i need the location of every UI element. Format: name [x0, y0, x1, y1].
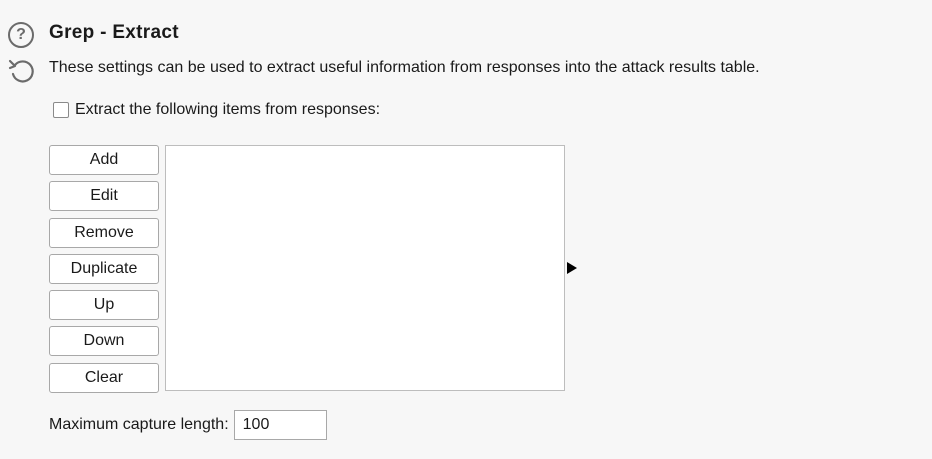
extract-checkbox-row[interactable]: Extract the following items from respons… — [53, 101, 380, 119]
edit-button[interactable]: Edit — [49, 181, 159, 212]
extract-checkbox[interactable] — [53, 102, 69, 118]
duplicate-button[interactable]: Duplicate — [49, 253, 159, 284]
add-button[interactable]: Add — [49, 145, 159, 175]
up-button[interactable]: Up — [49, 290, 159, 321]
max-capture-row: Maximum capture length: — [49, 410, 327, 440]
expand-arrow-icon[interactable] — [567, 262, 577, 274]
section-description: These settings can be used to extract us… — [49, 59, 760, 76]
help-icon[interactable]: ? — [8, 22, 34, 48]
down-button[interactable]: Down — [49, 326, 159, 357]
button-column: Add Edit Remove Duplicate Up Down Clear — [49, 145, 159, 399]
extract-checkbox-label[interactable]: Extract the following items from respons… — [75, 101, 380, 119]
max-capture-input[interactable] — [233, 410, 327, 440]
clear-button[interactable]: Clear — [49, 362, 159, 393]
section-title: Grep - Extract — [49, 22, 179, 43]
help-glyph: ? — [16, 26, 26, 43]
reset-icon[interactable] — [7, 56, 37, 86]
max-capture-label: Maximum capture length: — [49, 416, 229, 433]
grep-extract-panel: ? Grep - Extract These settings can be u… — [0, 0, 932, 459]
remove-button[interactable]: Remove — [49, 217, 159, 248]
extract-items-list[interactable] — [165, 145, 565, 391]
